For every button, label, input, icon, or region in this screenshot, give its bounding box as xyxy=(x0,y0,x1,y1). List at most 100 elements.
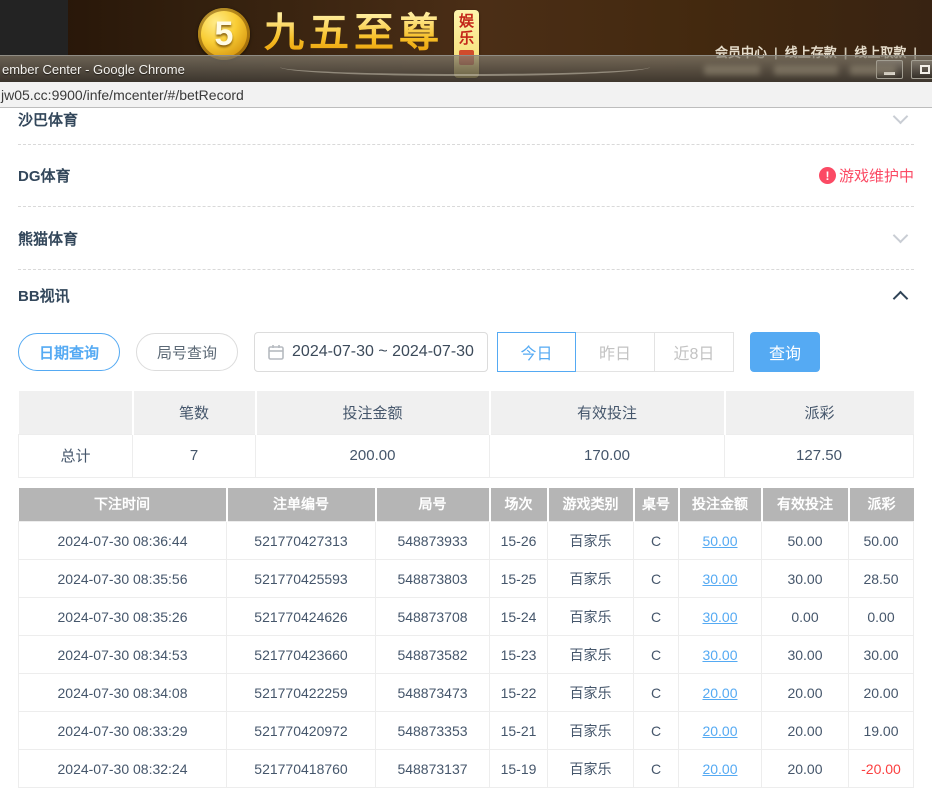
calendar-icon xyxy=(268,344,284,360)
cell-payout: 20.00 xyxy=(849,674,914,712)
cell-round-number: 548873473 xyxy=(376,674,490,712)
cell-bet-amount: 20.00 xyxy=(679,674,762,712)
summary-header-valid-bet: 有效投注 xyxy=(490,391,725,434)
cell-table-number: C xyxy=(634,598,679,636)
game-section-bb-video[interactable]: BB视讯 xyxy=(18,270,914,320)
cell-bet-amount: 20.00 xyxy=(679,750,762,788)
section-title: BB视讯 xyxy=(18,285,70,306)
bet-amount-link[interactable]: 30.00 xyxy=(702,647,737,663)
summary-bet-amount: 200.00 xyxy=(256,434,490,477)
maximize-button[interactable] xyxy=(911,60,932,79)
cell-bet-time: 2024-07-30 08:33:29 xyxy=(19,712,227,750)
bet-amount-link[interactable]: 30.00 xyxy=(702,609,737,625)
last-8-days-button[interactable]: 近8日 xyxy=(655,332,734,372)
cell-order-number: 521770418760 xyxy=(227,750,376,788)
maintenance-badge: ! 游戏维护中 xyxy=(819,165,914,186)
bet-column-header: 派彩 xyxy=(849,488,914,522)
cell-table-number: C xyxy=(634,674,679,712)
summary-valid-bet: 170.00 xyxy=(490,434,725,477)
yesterday-button[interactable]: 昨日 xyxy=(576,332,655,372)
summary-header-payout: 派彩 xyxy=(725,391,914,434)
exclamation-icon: ! xyxy=(819,167,836,184)
coin-logo-icon: 5 xyxy=(198,8,250,60)
cell-payout: 50.00 xyxy=(849,522,914,560)
date-range-picker[interactable]: 2024-07-30 ~ 2024-07-30 xyxy=(254,332,488,372)
section-title: DG体育 xyxy=(18,165,71,186)
chrome-urlbar[interactable]: jw05.cc:9900/infe/mcenter/#/betRecord xyxy=(0,82,932,108)
cell-session: 15-22 xyxy=(490,674,548,712)
cell-payout: 0.00 xyxy=(849,598,914,636)
cell-bet-time: 2024-07-30 08:35:26 xyxy=(19,598,227,636)
cell-order-number: 521770422259 xyxy=(227,674,376,712)
cell-game-type: 百家乐 xyxy=(548,560,634,598)
summary-header-row: 笔数 投注金额 有效投注 派彩 xyxy=(19,391,914,434)
cell-round-number: 548873353 xyxy=(376,712,490,750)
cell-table-number: C xyxy=(634,560,679,598)
blurred-user-info xyxy=(850,65,896,75)
cell-bet-time: 2024-07-30 08:35:56 xyxy=(19,560,227,598)
summary-header-empty xyxy=(19,391,133,434)
cell-game-type: 百家乐 xyxy=(548,712,634,750)
cell-session: 15-26 xyxy=(490,522,548,560)
summary-count: 7 xyxy=(133,434,256,477)
cell-valid-bet: 0.00 xyxy=(762,598,849,636)
cell-table-number: C xyxy=(634,712,679,750)
round-query-tab[interactable]: 局号查询 xyxy=(136,333,238,371)
maximize-icon xyxy=(920,65,930,74)
cell-bet-amount: 30.00 xyxy=(679,598,762,636)
cell-payout: 19.00 xyxy=(849,712,914,750)
date-range-value: 2024-07-30 ~ 2024-07-30 xyxy=(292,343,474,361)
coin-digit: 5 xyxy=(215,15,234,54)
cell-valid-bet: 20.00 xyxy=(762,750,849,788)
table-row: 2024-07-30 08:35:26 521770424626 5488737… xyxy=(19,598,914,636)
bet-table-header-row: 下注时间注单编号局号场次游戏类别桌号投注金额有效投注派彩 xyxy=(19,488,914,522)
summary-payout: 127.50 xyxy=(725,434,914,477)
cell-payout: 30.00 xyxy=(849,636,914,674)
cell-order-number: 521770420972 xyxy=(227,712,376,750)
badge-char: 乐 xyxy=(459,30,474,47)
cell-round-number: 548873708 xyxy=(376,598,490,636)
bet-column-header: 注单编号 xyxy=(227,488,376,522)
search-button[interactable]: 查询 xyxy=(750,332,820,372)
bet-amount-link[interactable]: 30.00 xyxy=(702,571,737,587)
cell-session: 15-24 xyxy=(490,598,548,636)
cell-valid-bet: 20.00 xyxy=(762,712,849,750)
cell-bet-time: 2024-07-30 08:34:08 xyxy=(19,674,227,712)
summary-total-label: 总计 xyxy=(19,434,133,477)
cell-game-type: 百家乐 xyxy=(548,522,634,560)
cell-session: 15-19 xyxy=(490,750,548,788)
table-row: 2024-07-30 08:34:08 521770422259 5488734… xyxy=(19,674,914,712)
chevron-down-icon xyxy=(893,228,909,244)
cell-bet-amount: 50.00 xyxy=(679,522,762,560)
game-section-panda-sports[interactable]: 熊猫体育 xyxy=(18,207,914,270)
cell-round-number: 548873933 xyxy=(376,522,490,560)
maintenance-text: 游戏维护中 xyxy=(839,165,914,186)
bet-amount-link[interactable]: 20.00 xyxy=(702,761,737,777)
window-title: ember Center - Google Chrome xyxy=(0,62,185,77)
chevron-down-icon xyxy=(893,109,909,125)
section-title: 熊猫体育 xyxy=(18,228,78,249)
cell-session: 15-23 xyxy=(490,636,548,674)
table-row: 2024-07-30 08:36:44 521770427313 5488739… xyxy=(19,522,914,560)
cell-bet-time: 2024-07-30 08:36:44 xyxy=(19,522,227,560)
cell-round-number: 548873582 xyxy=(376,636,490,674)
bet-amount-link[interactable]: 20.00 xyxy=(702,685,737,701)
cell-table-number: C xyxy=(634,522,679,560)
bet-amount-link[interactable]: 20.00 xyxy=(702,723,737,739)
cell-bet-amount: 20.00 xyxy=(679,712,762,750)
date-query-tab[interactable]: 日期查询 xyxy=(18,333,120,371)
filter-toolbar: 日期查询 局号查询 2024-07-30 ~ 2024-07-30 今日 昨日 … xyxy=(18,332,914,372)
cell-bet-time: 2024-07-30 08:32:24 xyxy=(19,750,227,788)
cell-game-type: 百家乐 xyxy=(548,598,634,636)
summary-header-bet-amount: 投注金额 xyxy=(256,391,490,434)
cell-order-number: 521770427313 xyxy=(227,522,376,560)
cell-game-type: 百家乐 xyxy=(548,750,634,788)
bet-amount-link[interactable]: 50.00 xyxy=(702,533,737,549)
table-row: 2024-07-30 08:33:29 521770420972 5488733… xyxy=(19,712,914,750)
table-row: 2024-07-30 08:32:24 521770418760 5488731… xyxy=(19,750,914,788)
table-row: 2024-07-30 08:35:56 521770425593 5488738… xyxy=(19,560,914,598)
game-section-dg-sports[interactable]: DG体育 ! 游戏维护中 xyxy=(18,145,914,207)
today-button[interactable]: 今日 xyxy=(497,332,576,372)
summary-table: 笔数 投注金额 有效投注 派彩 总计 7 200.00 170.00 127.5… xyxy=(18,391,914,478)
section-title: 沙巴体育 xyxy=(18,109,78,130)
